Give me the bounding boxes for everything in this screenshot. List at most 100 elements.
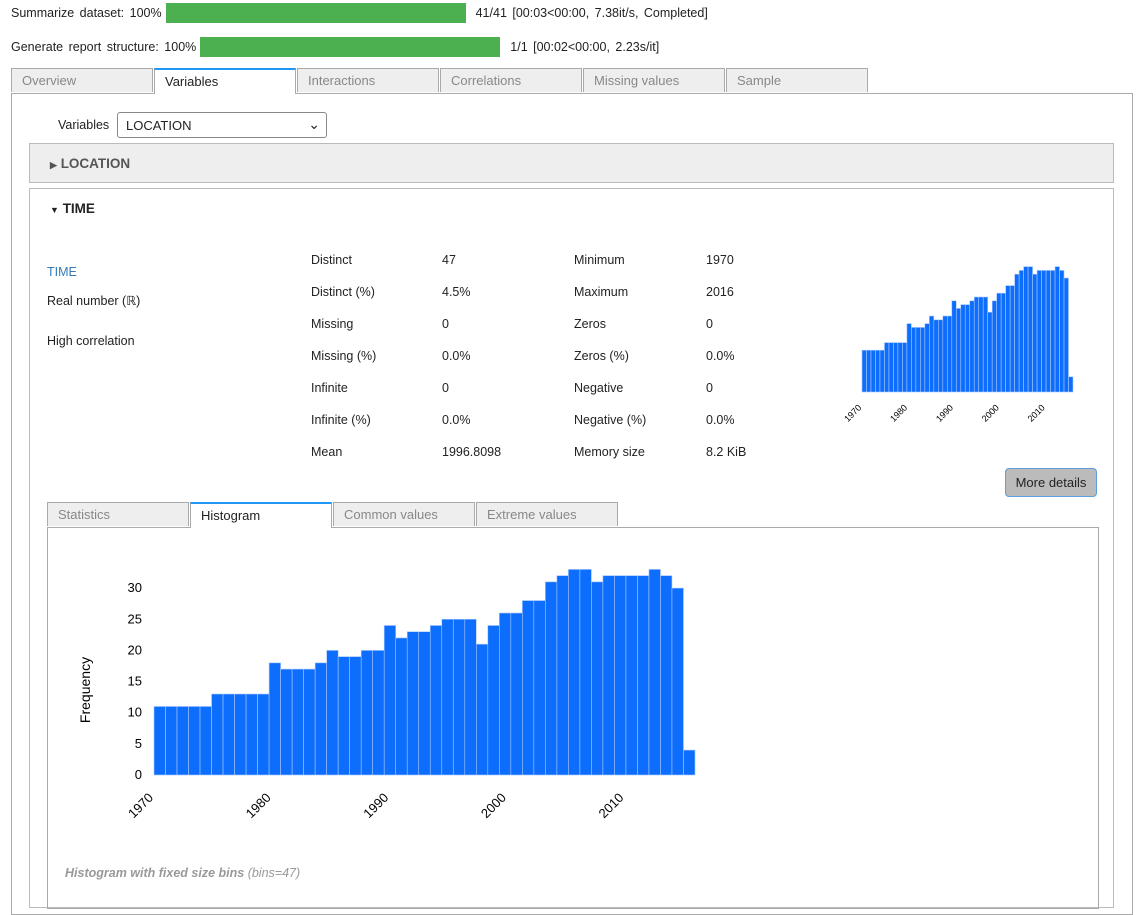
x-tick-label: 2010 <box>595 790 626 821</box>
stat-label: Infinite (%) <box>311 413 371 427</box>
tab-overview[interactable]: Overview <box>11 68 153 92</box>
tab-missing-values[interactable]: Missing values <box>583 68 725 92</box>
histogram-bar <box>1050 270 1056 393</box>
histogram-bar <box>199 706 212 776</box>
stat-value: 0.0% <box>442 349 471 363</box>
histogram-bar <box>153 706 166 776</box>
main-tabs: Overview Variables Interactions Correlat… <box>11 68 869 94</box>
tab-extreme-values[interactable]: Extreme values <box>476 502 618 526</box>
stat-value: 1996.8098 <box>442 445 502 459</box>
stat-value: 47 <box>442 253 456 267</box>
histogram-bar <box>648 569 661 776</box>
histogram-bar <box>906 323 912 393</box>
y-tick-label: 10 <box>128 705 142 720</box>
histogram-bar <box>942 315 948 393</box>
y-tick-label: 0 <box>135 767 142 782</box>
histogram-bar <box>625 575 638 776</box>
histogram-chart: 1970 1980 1990 2000 2010 0 5 10 15 20 25 30 Frequenc… <box>77 569 696 821</box>
selected-value: LOCATION <box>126 118 192 133</box>
histogram-bar <box>929 315 935 393</box>
stat-label: Maximum <box>574 285 629 299</box>
histogram-bar <box>1009 285 1015 393</box>
histogram-bar <box>257 693 270 776</box>
histogram-bar <box>522 600 535 776</box>
caret-down-icon: ▼ <box>50 205 59 215</box>
x-tick-label: 1990 <box>934 403 955 424</box>
stat-label: Minimum <box>574 253 625 267</box>
histogram-bar <box>614 575 627 776</box>
histogram-bar <box>280 668 293 776</box>
accordion-location[interactable]: ▶ LOCATION <box>29 143 1114 183</box>
histogram-bar <box>165 706 178 776</box>
stat-label: Missing <box>311 317 354 331</box>
stat-value: 0.0% <box>706 413 735 427</box>
histogram-bar <box>291 668 304 776</box>
histogram-bar <box>337 656 350 776</box>
histogram-bar <box>406 631 420 776</box>
tab-interactions[interactable]: Interactions <box>297 68 439 92</box>
variable-select[interactable]: LOCATION ⌄ <box>117 112 327 138</box>
histogram-bar <box>464 618 477 776</box>
accordion-time-header[interactable]: ▼ TIME <box>30 189 1113 228</box>
tab-statistics[interactable]: Statistics <box>47 502 189 526</box>
accordion-title: TIME <box>62 201 95 216</box>
tab-sample[interactable]: Sample <box>726 68 868 92</box>
x-tick-label: 1970 <box>842 403 863 424</box>
more-details-button[interactable]: More details <box>1005 468 1097 497</box>
tab-common-values[interactable]: Common values <box>333 502 475 526</box>
variable-type: Real number (ℝ) <box>47 294 141 308</box>
histogram-bar <box>946 315 953 393</box>
histogram-bar <box>188 706 201 776</box>
progress-report: Generate report structure: 100% 1/1 [00:0… <box>11 37 659 57</box>
histogram-bar <box>1045 270 1051 393</box>
caption-title: Histogram with fixed size bins <box>65 866 245 880</box>
progress-status: 41/41 [00:03<00:00, 7.38it/s, Completed] <box>475 6 708 20</box>
stat-value: 8.2 KiB <box>706 445 747 459</box>
tab-variables[interactable]: Variables <box>154 68 296 94</box>
progress-status: 1/1 [00:02<00:00, 2.23s/it] <box>510 40 660 54</box>
histogram-bar <box>960 304 966 393</box>
histogram-bar <box>1018 270 1024 393</box>
histogram-bar <box>349 656 362 776</box>
stat-label: Memory size <box>574 445 645 459</box>
histogram-bar <box>326 650 339 776</box>
histogram-bar <box>1063 277 1069 393</box>
histogram-bar <box>969 300 975 393</box>
histogram-bar <box>1000 292 1006 393</box>
tab-histogram[interactable]: Histogram <box>190 502 332 528</box>
histogram-bar <box>911 327 917 393</box>
histogram-bar <box>1005 285 1011 393</box>
variable-warning: High correlation <box>47 334 135 348</box>
histogram-bar <box>973 296 980 393</box>
stat-label: Negative <box>574 381 624 395</box>
histogram-bar <box>591 581 604 776</box>
progress-label: Summarize dataset: 100% <box>11 6 162 20</box>
histogram-bar <box>870 349 876 393</box>
histogram-bar <box>360 650 374 776</box>
histogram-bar <box>996 292 1002 393</box>
histogram-bar <box>1027 266 1033 393</box>
stat-label: Missing (%) <box>311 349 377 363</box>
x-tick-label: 1980 <box>888 403 909 424</box>
histogram-bar <box>487 625 500 776</box>
histogram-bar <box>568 569 581 776</box>
histogram-bar <box>924 323 930 393</box>
histogram-bar <box>211 693 224 776</box>
progress-bar <box>200 37 501 57</box>
stat-value: 0 <box>442 381 449 395</box>
histogram-bar <box>1068 376 1074 393</box>
x-tick-label: 1980 <box>243 790 274 821</box>
histogram-bar <box>637 575 650 776</box>
stat-label: Distinct (%) <box>311 285 375 299</box>
histogram-bar <box>418 631 431 776</box>
tab-correlations[interactable]: Correlations <box>440 68 582 92</box>
y-axis-label: Frequency <box>77 657 93 723</box>
histogram-bar <box>1054 266 1060 393</box>
histogram-bar <box>545 581 558 776</box>
y-tick-label: 20 <box>128 642 142 657</box>
histogram-bar <box>268 662 281 776</box>
stat-label: Infinite <box>311 381 348 395</box>
y-tick-label: 15 <box>128 674 142 689</box>
stat-value: 2016 <box>706 285 734 299</box>
x-tick-label: 1970 <box>125 790 156 821</box>
